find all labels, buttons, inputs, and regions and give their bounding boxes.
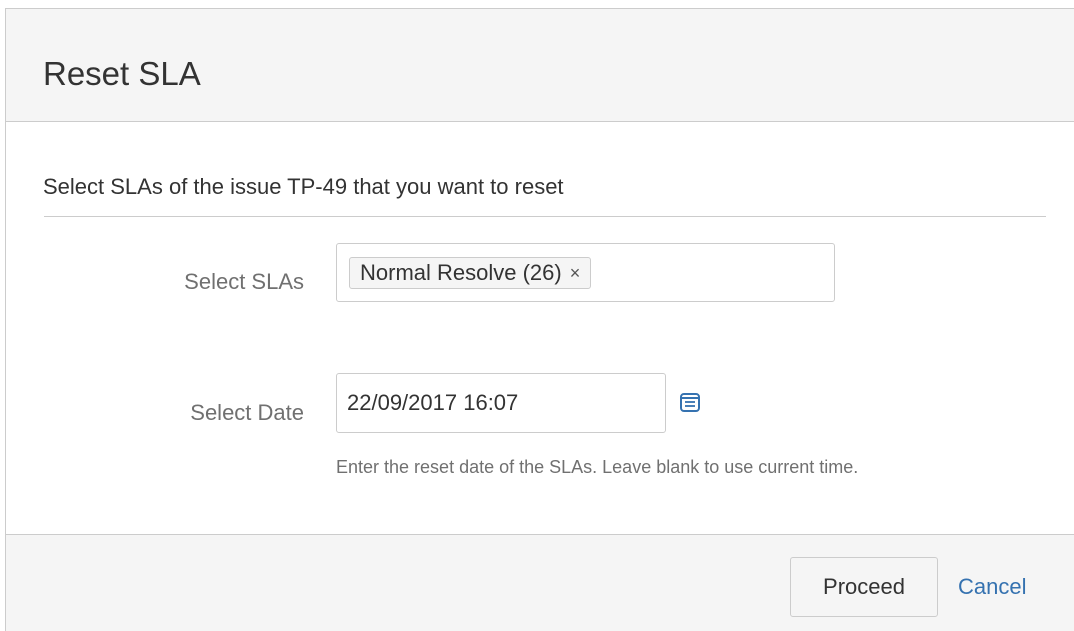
page: Reset SLA Select SLAs of the issue TP-49… bbox=[0, 0, 1074, 631]
remove-token-icon[interactable]: × bbox=[570, 259, 581, 287]
dialog-footer: Proceed Cancel bbox=[6, 534, 1074, 631]
section-divider bbox=[44, 216, 1046, 217]
date-input[interactable] bbox=[336, 373, 666, 433]
cancel-link[interactable]: Cancel bbox=[958, 573, 1026, 601]
sla-token: Normal Resolve (26) × bbox=[349, 257, 592, 289]
dialog-header: Reset SLA bbox=[6, 9, 1074, 122]
select-slas-label: Select SLAs bbox=[184, 269, 304, 294]
dialog-title: Reset SLA bbox=[43, 55, 201, 92]
select-date-label: Select Date bbox=[190, 400, 304, 425]
calendar-icon[interactable] bbox=[678, 390, 702, 414]
date-help-text: Enter the reset date of the SLAs. Leave … bbox=[336, 457, 859, 477]
proceed-button[interactable]: Proceed bbox=[790, 557, 938, 617]
select-slas-input[interactable]: Normal Resolve (26) × bbox=[336, 243, 835, 302]
dialog-intro-text: Select SLAs of the issue TP-49 that you … bbox=[43, 174, 564, 199]
reset-sla-dialog: Reset SLA Select SLAs of the issue TP-49… bbox=[5, 8, 1074, 631]
sla-token-label: Normal Resolve (26) bbox=[360, 260, 562, 285]
